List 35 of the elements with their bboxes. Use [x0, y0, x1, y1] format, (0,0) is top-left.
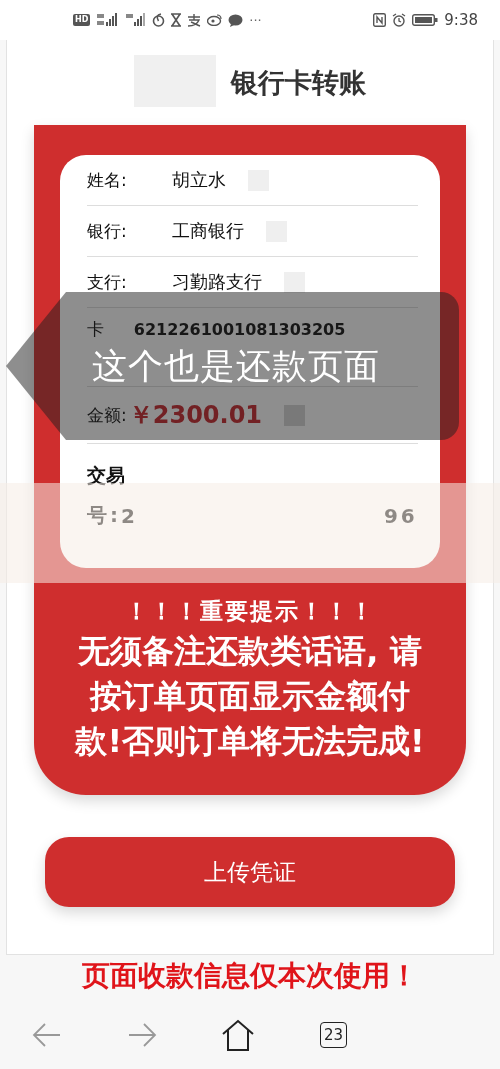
detail-value: 习勤路支行	[172, 270, 262, 294]
swirl-icon	[152, 13, 166, 27]
detail-label: 姓名:	[87, 168, 128, 192]
placeholder-icon	[284, 271, 305, 293]
detail-value: 工商银行	[172, 219, 244, 243]
page-title: 银行卡转账	[231, 65, 366, 100]
clock-time: 9:38	[444, 11, 478, 29]
notice-heading: ！！！重要提示！！！	[124, 597, 376, 626]
battery-icon	[412, 14, 439, 26]
notice-text: 无须备注还款类话语, 请 按订单页面显示金额付 款!否则订单将无法完成!	[73, 631, 426, 762]
detail-label: 金额:	[87, 403, 127, 427]
footer-notice: 页面收款信息仅本次使用！	[82, 958, 418, 994]
card-number: 6212261001081303205	[133, 319, 346, 339]
transaction-label: 交易	[87, 463, 126, 488]
pay-icon	[187, 13, 202, 27]
alarm-icon	[392, 13, 407, 27]
detail-value: 胡立水	[172, 168, 226, 192]
signal-icon	[126, 13, 147, 27]
more-notifications: ···	[249, 12, 262, 28]
transaction-number-end: 96	[383, 503, 418, 528]
home-icon[interactable]	[221, 1018, 256, 1051]
hourglass-icon	[171, 13, 182, 27]
nfc-icon	[373, 13, 387, 27]
hd-badge: HD	[73, 14, 91, 26]
detail-label: 卡	[87, 318, 105, 341]
callout-text: 这个也是还款页面	[92, 348, 380, 384]
eye-icon	[207, 14, 223, 26]
transaction-label: 号:	[87, 502, 121, 529]
chat-icon	[228, 13, 244, 27]
amount-value: ￥2300.01	[128, 400, 263, 431]
detail-label: 支行:	[87, 270, 128, 294]
upload-button[interactable]: 上传凭证	[45, 837, 455, 907]
transaction-number-start: 2	[121, 503, 138, 528]
detail-label: 银行:	[87, 219, 128, 243]
tab-count[interactable]: 23	[320, 1021, 348, 1048]
